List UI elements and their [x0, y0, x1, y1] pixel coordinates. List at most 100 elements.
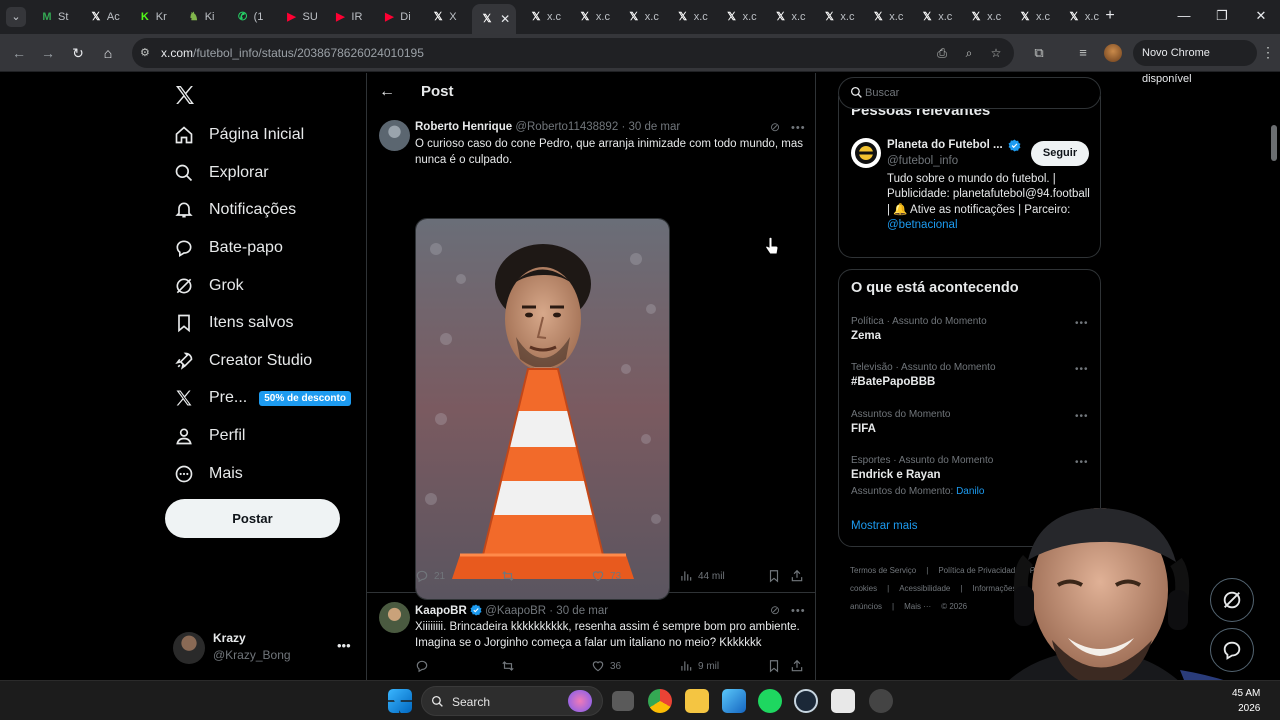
browser-tab[interactable]: ▶ IR — [325, 5, 371, 29]
browser-tab[interactable]: 𝕏x.c — [961, 5, 1007, 29]
nav-item-more-circle[interactable]: Mais — [173, 459, 243, 489]
more-dots-icon[interactable]: ••• — [1075, 318, 1089, 329]
media-controls-icon[interactable]: ≡ — [1074, 44, 1092, 62]
nav-item-rocket[interactable]: Creator Studio — [173, 346, 312, 376]
x-logo-icon[interactable] — [173, 83, 197, 107]
minimize-icon[interactable]: — — [1174, 6, 1194, 26]
suggested-account-handle[interactable]: @futebol_info — [887, 155, 958, 167]
profile-avatar[interactable] — [1104, 44, 1122, 62]
avatar[interactable] — [379, 120, 410, 151]
more-dots-icon[interactable]: ••• — [1075, 364, 1089, 375]
tweet-author-name[interactable]: KaapoBR — [415, 605, 467, 617]
chrome-update-button[interactable]: Novo Chrome disponível — [1133, 40, 1257, 85]
nav-item-search[interactable]: Explorar — [173, 158, 269, 188]
repost-button[interactable] — [501, 569, 520, 583]
app-icon[interactable] — [869, 689, 893, 713]
more-dots-icon[interactable]: ••• — [1075, 457, 1089, 468]
follow-button[interactable]: Seguir — [1031, 141, 1089, 166]
footer-link[interactable]: Termos de Serviço — [850, 566, 916, 575]
tweet-author-handle[interactable]: @Roberto11438892 — [515, 121, 618, 133]
forward-icon[interactable]: → — [37, 42, 59, 64]
views-button[interactable]: 44 mil — [679, 569, 725, 583]
reload-icon[interactable]: ↻ — [67, 42, 89, 64]
browser-tab[interactable]: 𝕏x.c — [619, 5, 665, 29]
reply-button[interactable]: 21 — [415, 569, 445, 583]
taskbar-search[interactable]: Search — [421, 686, 603, 716]
browser-tab[interactable]: 𝕏x.c — [814, 5, 860, 29]
more-dots-icon[interactable]: ••• — [791, 122, 806, 134]
tweet[interactable]: KaapoBR @KaapoBR · 30 de mar ⊘ ••• Xiiii… — [367, 594, 815, 680]
browser-tab[interactable]: 𝕏x.c — [766, 5, 812, 29]
back-arrow-icon[interactable]: ← — [379, 83, 395, 101]
share-button[interactable] — [790, 569, 809, 583]
more-dots-icon[interactable]: ••• — [791, 605, 806, 617]
browser-tab[interactable]: 𝕏x.c — [521, 5, 567, 29]
account-switcher[interactable]: Krazy @Krazy_Bong ••• — [173, 630, 353, 666]
browser-tab[interactable]: 𝕏x.c — [1059, 5, 1105, 29]
tweet-image[interactable] — [415, 218, 670, 600]
extensions-icon[interactable]: ⧉ — [1030, 44, 1048, 62]
browser-tab[interactable]: 𝕏x.c — [863, 5, 909, 29]
scrollbar-thumb[interactable] — [1271, 125, 1277, 161]
new-tab-button[interactable]: + — [1101, 7, 1119, 25]
bookmark-button[interactable] — [767, 569, 786, 583]
install-app-icon[interactable]: ⎙ — [934, 45, 950, 61]
avatar[interactable] — [851, 138, 881, 168]
browser-tab[interactable]: ♞ Ki — [179, 5, 225, 29]
tweet-date[interactable]: · 30 de mar — [621, 121, 680, 133]
search-input[interactable]: Buscar — [838, 77, 1101, 109]
browser-tab[interactable]: 𝕏x.c — [717, 5, 763, 29]
tweet-author-handle[interactable]: @KaapoBR — [485, 605, 546, 617]
chrome-taskbar-icon[interactable] — [648, 689, 672, 713]
reply-button[interactable] — [415, 659, 434, 673]
suggested-account-name[interactable]: Planeta do Futebol ... — [887, 139, 1003, 151]
browser-tab[interactable]: M St — [32, 5, 78, 29]
nav-item-home[interactable]: Página Inicial — [173, 120, 304, 150]
browser-tab[interactable]: 𝕏x.c — [1010, 5, 1056, 29]
zoom-icon[interactable]: ⌕ — [961, 45, 977, 61]
steam-icon[interactable] — [794, 689, 818, 713]
tweet-date[interactable]: · 30 de mar — [549, 605, 608, 617]
avatar[interactable] — [379, 602, 410, 633]
footer-link[interactable]: Mais ··· — [904, 602, 931, 611]
home-button-icon[interactable]: ⌂ — [97, 42, 119, 64]
browser-tab[interactable]: 𝕏X — [423, 5, 469, 29]
close-window-icon[interactable]: ✕ — [1251, 6, 1271, 26]
site-info-icon[interactable]: ⚙ — [140, 46, 154, 60]
like-button[interactable]: 36 — [591, 659, 621, 673]
spotify-icon[interactable] — [758, 689, 782, 713]
nav-item-bookmark[interactable]: Itens salvos — [173, 308, 293, 338]
bio-link[interactable]: @betnacional — [887, 219, 958, 231]
browser-tab[interactable]: K Kr — [130, 5, 176, 29]
views-button[interactable]: 9 mil — [679, 659, 719, 673]
system-clock[interactable]: 45 AM 2026 — [1232, 686, 1260, 716]
browser-tab[interactable]: 𝕏 Ac — [81, 5, 127, 29]
photos-app-icon[interactable] — [722, 689, 746, 713]
bookmark-button[interactable] — [767, 659, 786, 673]
show-more-link[interactable]: Mostrar mais — [851, 520, 917, 532]
snipping-tool-icon[interactable] — [831, 689, 855, 713]
bookmark-star-icon[interactable]: ☆ — [988, 45, 1004, 61]
more-dots-icon[interactable]: ••• — [1075, 411, 1089, 422]
back-icon[interactable]: ← — [8, 42, 30, 64]
file-explorer-icon[interactable] — [685, 689, 709, 713]
close-tab-icon[interactable]: ✕ — [500, 12, 510, 26]
grok-icon[interactable]: ⊘ — [770, 120, 780, 134]
grok-icon[interactable]: ⊘ — [770, 603, 780, 617]
task-view-icon[interactable] — [612, 691, 634, 711]
windows-start-icon[interactable] — [388, 689, 412, 713]
browser-tab[interactable]: 𝕏x.c — [668, 5, 714, 29]
address-bar[interactable]: ⚙ x.com/futebol_info/status/203867862602… — [132, 38, 1014, 68]
browser-tab[interactable]: 𝕏 ✕ — [472, 4, 517, 34]
tab-search-button[interactable]: ⌄ — [6, 7, 26, 27]
restore-icon[interactable]: ❐ — [1212, 6, 1232, 26]
nav-item-person[interactable]: Perfil — [173, 421, 245, 451]
browser-tab[interactable]: ✆ (1 — [228, 5, 274, 29]
more-dots-icon[interactable]: ••• — [337, 638, 351, 653]
repost-button[interactable] — [501, 659, 520, 673]
trend-item[interactable]: Assuntos do Momento FIFA ••• — [851, 409, 1091, 435]
chrome-menu-icon[interactable]: ⋮ — [1261, 44, 1275, 61]
nav-item-chat[interactable]: Bate-papo — [173, 233, 283, 263]
like-button[interactable]: 73 — [591, 569, 621, 583]
browser-tab[interactable]: 𝕏x.c — [912, 5, 958, 29]
